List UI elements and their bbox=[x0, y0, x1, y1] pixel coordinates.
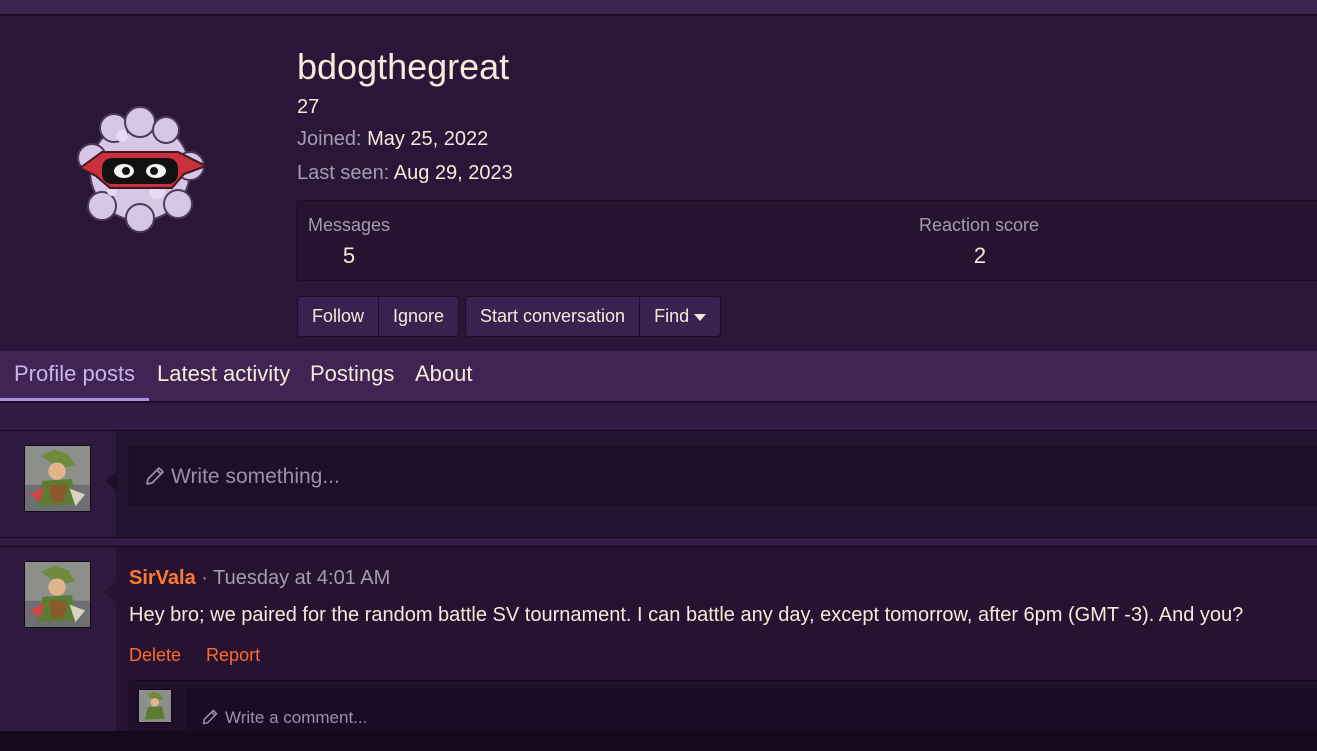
tab-about[interactable]: About bbox=[415, 361, 473, 401]
profile-stats: Messages 5 Reaction score 2 bbox=[296, 200, 1317, 281]
profile-tabs: Profile posts Latest activity Postings A… bbox=[0, 351, 1317, 402]
tab-postings[interactable]: Postings bbox=[310, 361, 394, 401]
profile-header: bdogthegreat 27 Joined: May 25, 2022 Las… bbox=[0, 16, 1317, 351]
last-seen-date[interactable]: Aug 29, 2023 bbox=[394, 162, 513, 184]
write-comment-placeholder: Write a comment... bbox=[225, 708, 368, 727]
messages-label: Messages bbox=[308, 215, 391, 235]
tab-profile-posts[interactable]: Profile posts bbox=[0, 361, 150, 401]
report-post-link[interactable]: Report bbox=[206, 645, 260, 665]
post-author-link[interactable]: SirVala bbox=[129, 567, 196, 589]
follow-button[interactable]: Follow bbox=[298, 297, 380, 336]
conversation-find-group: Start conversation Find bbox=[465, 296, 722, 337]
joined-info: Joined: May 25, 2022 bbox=[297, 128, 488, 151]
follow-ignore-group: Follow Ignore bbox=[297, 296, 460, 337]
section-spacer bbox=[0, 403, 1317, 430]
write-comment-input[interactable]: Write a comment... bbox=[187, 689, 1317, 735]
post-body: Hey bro; we paired for the random battle… bbox=[129, 604, 1244, 626]
write-something-placeholder: Write something... bbox=[171, 465, 340, 488]
post-meta-separator: · bbox=[201, 567, 208, 589]
profile-username: bdogthegreat bbox=[297, 46, 510, 87]
post-actions: Delete Report bbox=[129, 645, 280, 666]
comment-user-avatar[interactable] bbox=[138, 689, 172, 723]
messages-count[interactable]: 5 bbox=[309, 243, 389, 269]
joined-date[interactable]: May 25, 2022 bbox=[367, 128, 488, 150]
reaction-score-label: Reaction score bbox=[919, 215, 1040, 235]
find-label: Find bbox=[654, 306, 690, 326]
user-title: 27 bbox=[297, 96, 320, 118]
top-strip bbox=[0, 0, 1317, 15]
tab-latest-activity[interactable]: Latest activity bbox=[157, 361, 290, 401]
current-user-avatar[interactable] bbox=[24, 445, 91, 512]
pencil-icon bbox=[202, 709, 218, 725]
last-seen-label: Last seen: bbox=[297, 162, 390, 184]
post-timestamp[interactable]: Tuesday at 4:01 AM bbox=[213, 567, 390, 589]
post-header: SirVala · Tuesday at 4:01 AM bbox=[129, 567, 390, 590]
pencil-icon bbox=[146, 467, 164, 485]
caret-down-icon bbox=[694, 314, 707, 321]
joined-label: Joined: bbox=[297, 128, 362, 150]
delete-post-link[interactable]: Delete bbox=[129, 645, 181, 665]
post-separator bbox=[0, 538, 1317, 546]
profile-post-composer: Write something... bbox=[0, 430, 1317, 538]
ignore-button[interactable]: Ignore bbox=[379, 297, 459, 336]
find-menu-button[interactable]: Find bbox=[640, 297, 721, 336]
profile-post: SirVala · Tuesday at 4:01 AM Hey bro; we… bbox=[0, 546, 1317, 740]
bottom-bar bbox=[0, 731, 1317, 751]
composer-pointer bbox=[105, 471, 117, 491]
post-author-avatar[interactable] bbox=[24, 561, 91, 628]
post-pointer bbox=[104, 582, 116, 602]
reaction-score-value: 2 bbox=[973, 243, 987, 268]
last-seen-info: Last seen: Aug 29, 2023 bbox=[297, 162, 513, 185]
write-something-input[interactable]: Write something... bbox=[129, 446, 1317, 506]
start-conversation-button[interactable]: Start conversation bbox=[466, 297, 641, 336]
profile-avatar[interactable] bbox=[62, 96, 218, 246]
